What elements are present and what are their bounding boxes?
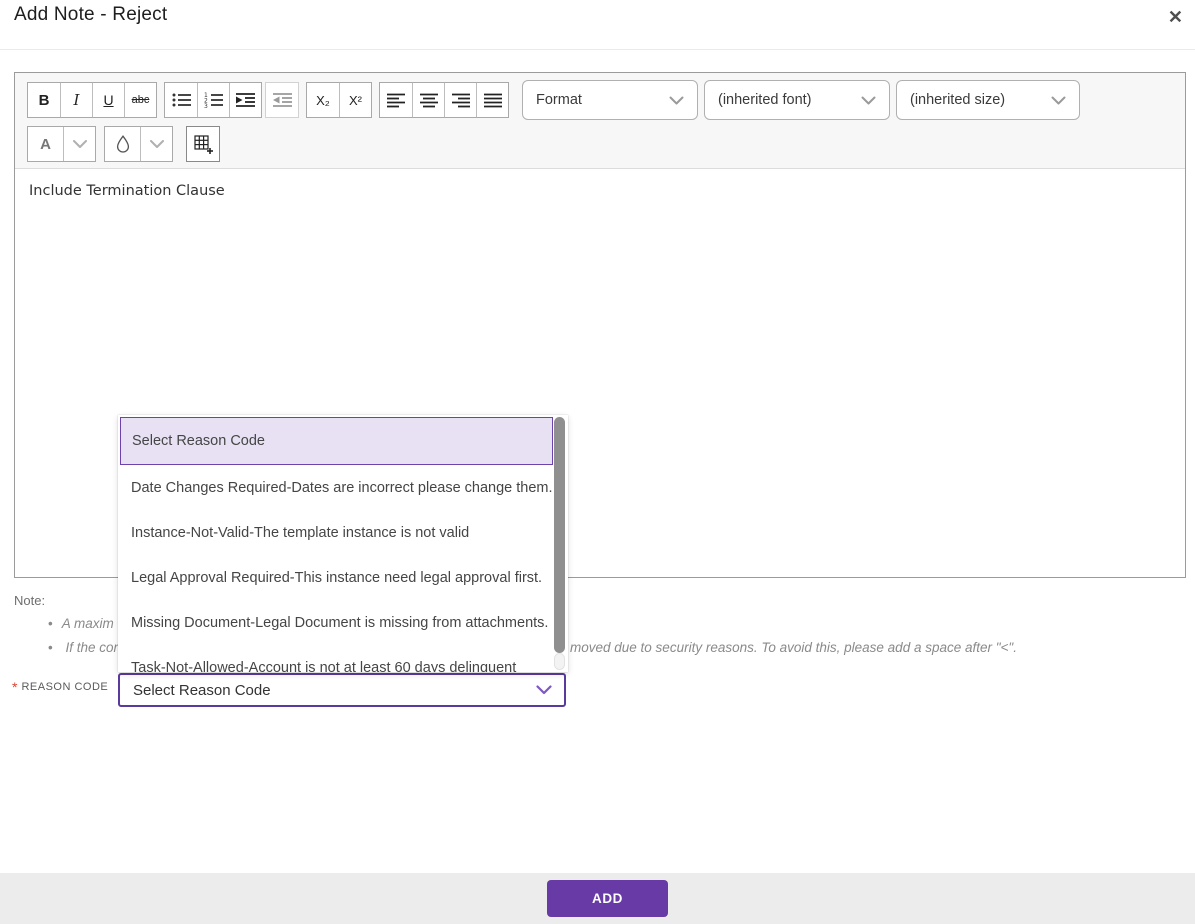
- italic-button[interactable]: I: [60, 83, 92, 117]
- superscript-button[interactable]: X²: [339, 83, 371, 117]
- reason-option[interactable]: Missing Document-Legal Document is missi…: [118, 600, 568, 645]
- note-bullet-2-tail: moved due to security reasons. To avoid …: [570, 640, 1017, 655]
- align-center-icon: [420, 93, 438, 108]
- bullet-list-icon: [172, 92, 191, 108]
- subscript-button[interactable]: X₂: [307, 83, 339, 117]
- text-color-group: A: [27, 126, 96, 162]
- numbered-list-icon: 123: [204, 92, 223, 108]
- add-button[interactable]: ADD: [547, 880, 668, 917]
- align-justify-icon: [484, 93, 502, 108]
- underline-button[interactable]: U: [92, 83, 124, 117]
- bg-color-menu-button[interactable]: [140, 127, 172, 161]
- insert-table-button[interactable]: [186, 126, 220, 162]
- align-left-button[interactable]: [380, 83, 412, 117]
- reason-code-listbox: Select Reason Code Date Changes Required…: [118, 415, 568, 672]
- dropdown-scrollbar[interactable]: [554, 417, 565, 670]
- reason-option[interactable]: Instance-Not-Valid-The template instance…: [118, 510, 568, 555]
- reason-option[interactable]: Date Changes Required-Dates are incorrec…: [118, 465, 568, 510]
- align-center-button[interactable]: [412, 83, 444, 117]
- script-group: X₂ X²: [306, 82, 372, 118]
- dialog-footer: ADD: [0, 873, 1195, 924]
- format-dropdown[interactable]: Format: [522, 80, 698, 120]
- bold-button[interactable]: B: [28, 83, 60, 117]
- bg-color-button[interactable]: [105, 127, 140, 161]
- editor-text: Include Termination Clause: [29, 183, 225, 199]
- required-asterisk: *: [12, 681, 17, 693]
- reason-option-selected[interactable]: Select Reason Code: [120, 417, 553, 465]
- numbered-list-button[interactable]: 123: [197, 83, 229, 117]
- chevron-down-icon: [1051, 96, 1066, 105]
- bg-color-group: [104, 126, 173, 162]
- size-dropdown[interactable]: (inherited size): [896, 80, 1080, 120]
- chevron-down-icon: [536, 685, 552, 695]
- note-heading: Note:: [14, 593, 45, 608]
- align-right-icon: [452, 93, 470, 108]
- strikethrough-button[interactable]: abc: [124, 83, 156, 117]
- close-icon[interactable]: ✕: [1168, 8, 1183, 26]
- chevron-down-icon: [73, 140, 87, 148]
- header-divider: [0, 49, 1195, 50]
- note-bullet-1: A maxim: [48, 616, 114, 631]
- align-group: [379, 82, 509, 118]
- outdent-icon: [273, 92, 292, 108]
- chevron-down-icon: [150, 140, 164, 148]
- list-group: 123: [164, 82, 262, 118]
- chevron-down-icon: [861, 96, 876, 105]
- scrollbar-track-end: [554, 653, 565, 670]
- align-right-button[interactable]: [444, 83, 476, 117]
- bullet-list-button[interactable]: [165, 83, 197, 117]
- text-color-menu-button[interactable]: [63, 127, 95, 161]
- reason-code-select[interactable]: Select Reason Code: [118, 673, 566, 707]
- text-color-button[interactable]: A: [28, 127, 63, 161]
- font-dropdown[interactable]: (inherited font): [704, 80, 890, 120]
- align-justify-button[interactable]: [476, 83, 508, 117]
- outdent-button[interactable]: [266, 83, 298, 117]
- reason-code-label: * REASON CODE: [12, 681, 108, 693]
- text-style-group: B I U abc: [27, 82, 157, 118]
- indent-icon: [236, 92, 255, 108]
- add-note-dialog: Add Note - Reject ✕ B I U abc 123: [0, 0, 1195, 924]
- droplet-icon: [116, 135, 130, 153]
- dialog-title: Add Note - Reject: [14, 4, 167, 26]
- editor-toolbar: B I U abc 123: [15, 73, 1185, 169]
- svg-text:3: 3: [204, 103, 208, 108]
- reason-option[interactable]: Legal Approval Required-This instance ne…: [118, 555, 568, 600]
- align-left-icon: [387, 93, 405, 108]
- scrollbar-thumb[interactable]: [554, 417, 565, 653]
- outdent-group: [265, 82, 299, 118]
- reason-option[interactable]: Task-Not-Allowed-Account is not at least…: [118, 645, 568, 672]
- table-plus-icon: [194, 135, 213, 154]
- indent-button[interactable]: [229, 83, 261, 117]
- reason-code-value: Select Reason Code: [133, 682, 271, 699]
- chevron-down-icon: [669, 96, 684, 105]
